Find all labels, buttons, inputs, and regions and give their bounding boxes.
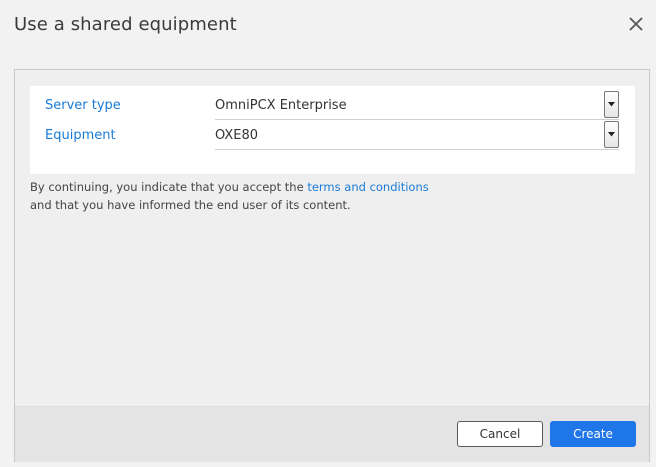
create-button[interactable]: Create [550, 421, 636, 447]
terms-prefix: By continuing, you indicate that you acc… [30, 180, 308, 194]
terms-text: By continuing, you indicate that you acc… [30, 178, 429, 214]
equipment-row: Equipment OXE80 [30, 121, 635, 151]
server-type-row: Server type OmniPCX Enterprise [30, 91, 635, 121]
form-panel: Server type OmniPCX Enterprise Equipment… [30, 86, 635, 174]
dropdown-arrow-icon[interactable] [604, 121, 619, 148]
dialog-footer: Cancel Create [15, 406, 649, 462]
server-type-label: Server type [45, 98, 121, 113]
server-type-select[interactable]: OmniPCX Enterprise [215, 91, 619, 120]
terms-link[interactable]: terms and conditions [307, 180, 428, 194]
equipment-label: Equipment [45, 128, 116, 143]
dropdown-arrow-icon[interactable] [604, 91, 619, 118]
close-icon[interactable] [626, 14, 646, 34]
equipment-value: OXE80 [215, 128, 259, 143]
dialog-body: Server type OmniPCX Enterprise Equipment… [14, 69, 650, 462]
cancel-button[interactable]: Cancel [457, 421, 543, 447]
dialog-title: Use a shared equipment [14, 14, 237, 35]
server-type-value: OmniPCX Enterprise [215, 98, 347, 113]
dialog: Use a shared equipment Server type OmniP… [0, 0, 656, 467]
terms-suffix: and that you have informed the end user … [30, 198, 351, 212]
equipment-select[interactable]: OXE80 [215, 121, 619, 150]
dialog-header: Use a shared equipment [0, 0, 656, 54]
